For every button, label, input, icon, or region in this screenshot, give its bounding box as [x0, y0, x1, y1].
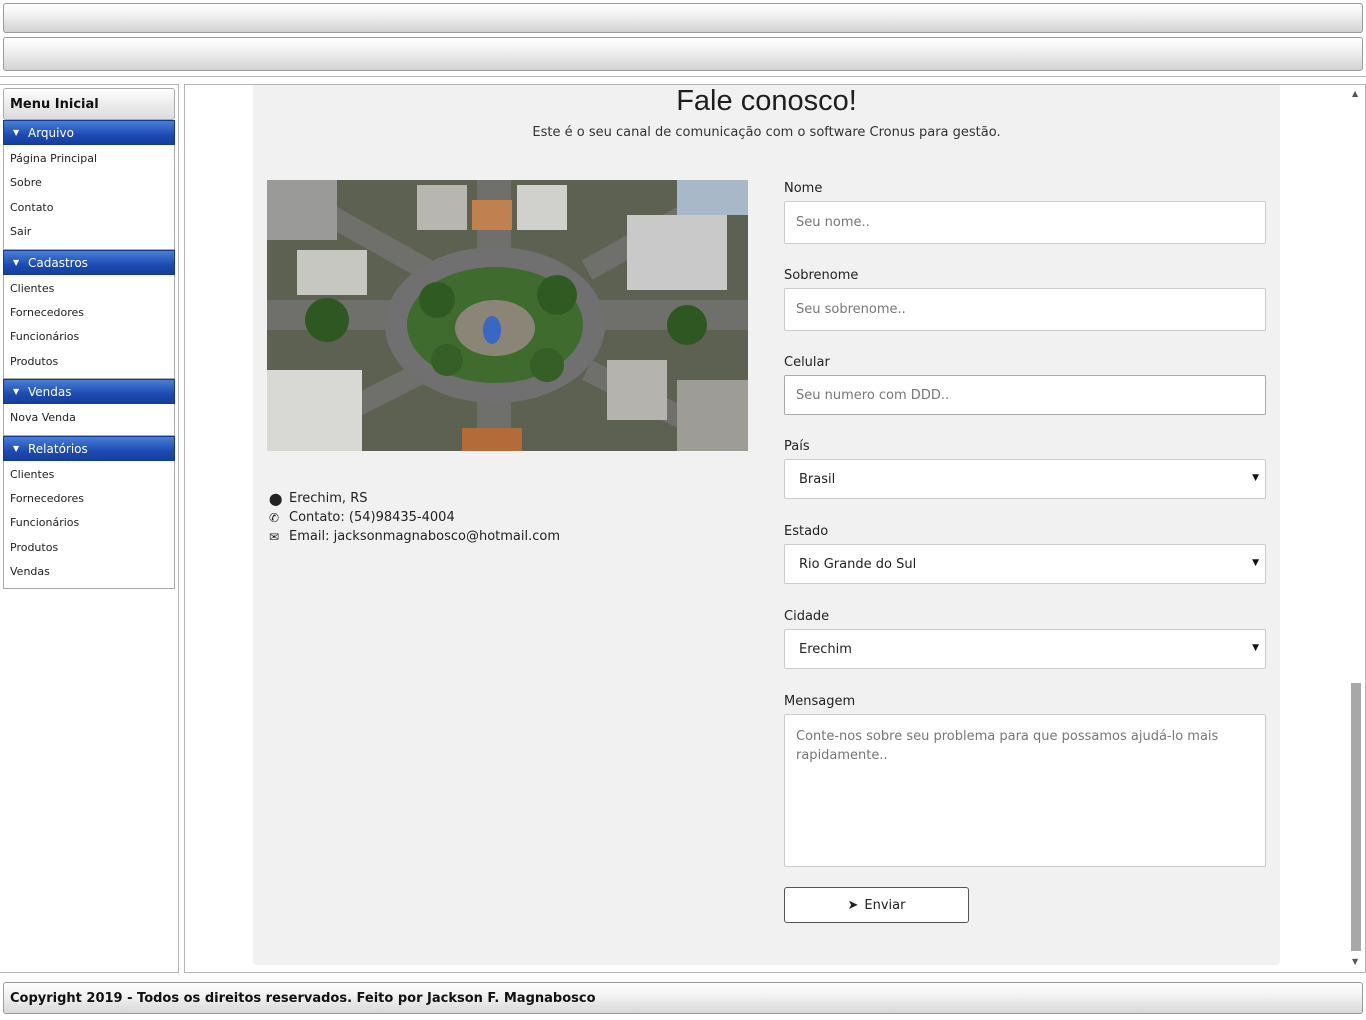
top-bar — [3, 3, 1363, 33]
toolbar-bar — [3, 37, 1363, 71]
pais-label: País — [784, 439, 810, 454]
enviar-button[interactable]: ➤ Enviar — [784, 887, 969, 923]
section-label: Relatórios — [28, 441, 88, 456]
footer: Copyright 2019 - Todos os direitos reser… — [3, 982, 1363, 1014]
sidebar-item-produtos[interactable]: Produtos — [4, 350, 174, 374]
mensagem-textarea[interactable]: Conte-nos sobre seu problema para que po… — [784, 714, 1266, 867]
contact-card: Fale conosco! Este é o seu canal de comu… — [253, 85, 1280, 965]
chevron-down-icon: ▼ — [1252, 558, 1259, 568]
scroll-up-icon[interactable]: ▲ — [1352, 89, 1358, 98]
scroll-down-icon[interactable]: ▼ — [1352, 957, 1358, 966]
page-title: Fale conosco! — [676, 85, 857, 117]
sidebar-item-fornecedores[interactable]: Fornecedores — [4, 301, 174, 325]
location-row: ⬤ Erechim, RS — [269, 489, 560, 508]
section-items: Nova Venda — [3, 404, 175, 436]
chevron-down-icon: ▼ — [13, 257, 20, 267]
sidebar-section-vendas[interactable]: ▼ Vendas — [3, 379, 175, 405]
sidebar-item-pagina-principal[interactable]: Página Principal — [4, 147, 174, 171]
page-subtitle: Este é o seu canal de comunicação com o … — [532, 125, 1001, 140]
main-panel: Fale conosco! Este é o seu canal de comu… — [184, 84, 1366, 973]
chevron-down-icon: ▼ — [13, 443, 20, 453]
contact-form: Nome Seu nome.. Sobrenome Seu sobrenome.… — [784, 181, 1266, 923]
sidebar-item-rel-fornecedores[interactable]: Fornecedores — [4, 487, 174, 511]
cidade-label: Cidade — [784, 609, 830, 624]
sidebar-item-funcionarios[interactable]: Funcionários — [4, 325, 174, 349]
nome-input[interactable]: Seu nome.. — [784, 201, 1266, 244]
sidebar-item-rel-clientes[interactable]: Clientes — [4, 463, 174, 487]
envelope-icon: ✉ — [269, 529, 280, 544]
section-items: Clientes Fornecedores Funcionários Produ… — [3, 460, 175, 590]
menu-title: Menu Inicial — [3, 88, 175, 120]
chevron-down-icon: ▼ — [13, 128, 20, 137]
sidebar-item-rel-produtos[interactable]: Produtos — [4, 536, 174, 560]
phone-text: Contato: (54)98435-4004 — [289, 510, 455, 525]
chevron-down-icon: ▼ — [1252, 643, 1259, 653]
location-text: Erechim, RS — [289, 491, 368, 506]
estado-select[interactable]: Rio Grande do Sul ▼ — [784, 544, 1266, 584]
map-marker-icon: ⬤ — [269, 491, 283, 506]
mensagem-label: Mensagem — [784, 694, 856, 709]
pais-value: Brasil — [799, 471, 836, 487]
phone-icon: ✆ — [269, 510, 280, 525]
sobrenome-input[interactable]: Seu sobrenome.. — [784, 288, 1266, 331]
email-row: ✉ Email: jacksonmagnabosco@hotmail.com — [269, 527, 560, 546]
sidebar-item-clientes[interactable]: Clientes — [4, 277, 174, 301]
sidebar-item-nova-venda[interactable]: Nova Venda — [4, 406, 174, 430]
celular-input[interactable]: Seu numero com DDD.. — [784, 375, 1266, 415]
sidebar-item-contato[interactable]: Contato — [4, 196, 174, 220]
sidebar-section-cadastros[interactable]: ▼ Cadastros — [3, 249, 175, 275]
estado-label: Estado — [784, 524, 829, 539]
chevron-down-icon: ▼ — [13, 387, 20, 397]
sidebar: Menu Inicial ▼ Arquivo Página Principal … — [0, 84, 179, 973]
nome-label: Nome — [784, 181, 823, 196]
phone-row: ✆ Contato: (54)98435-4004 — [269, 508, 560, 527]
section-label: Arquivo — [28, 126, 74, 140]
sidebar-section-relatorios[interactable]: ▼ Relatórios — [3, 435, 175, 461]
pais-select[interactable]: Brasil ▼ — [784, 459, 1266, 499]
email-text: Email: jacksonmagnabosco@hotmail.com — [289, 529, 561, 544]
sidebar-item-sobre[interactable]: Sobre — [4, 171, 174, 195]
section-label: Vendas — [28, 385, 72, 400]
estado-value: Rio Grande do Sul — [799, 556, 917, 572]
sidebar-item-rel-vendas[interactable]: Vendas — [4, 560, 174, 584]
vertical-scrollbar[interactable]: ▲ ▼ — [1348, 85, 1365, 972]
chevron-down-icon: ▼ — [1252, 473, 1259, 483]
sidebar-section-arquivo[interactable]: ▼ Arquivo — [3, 120, 175, 145]
contact-info: ⬤ Erechim, RS ✆ Contato: (54)98435-4004 … — [269, 489, 560, 546]
sidebar-item-rel-funcionarios[interactable]: Funcionários — [4, 511, 174, 535]
section-items: Página Principal Sobre Contato Sair — [3, 145, 175, 250]
aerial-city-photo — [267, 180, 748, 451]
sobrenome-label: Sobrenome — [784, 268, 859, 283]
enviar-label: Enviar — [864, 897, 906, 913]
sidebar-menu: Menu Inicial ▼ Arquivo Página Principal … — [3, 88, 175, 590]
celular-label: Celular — [784, 355, 830, 370]
sidebar-item-sair[interactable]: Sair — [4, 220, 174, 244]
section-label: Cadastros — [28, 255, 88, 270]
divider — [0, 76, 1366, 77]
cidade-value: Erechim — [799, 641, 852, 657]
section-items: Clientes Fornecedores Funcionários Produ… — [3, 274, 175, 380]
paper-plane-icon: ➤ — [847, 897, 859, 913]
cidade-select[interactable]: Erechim ▼ — [784, 629, 1266, 669]
scrollbar-thumb[interactable] — [1351, 683, 1361, 951]
